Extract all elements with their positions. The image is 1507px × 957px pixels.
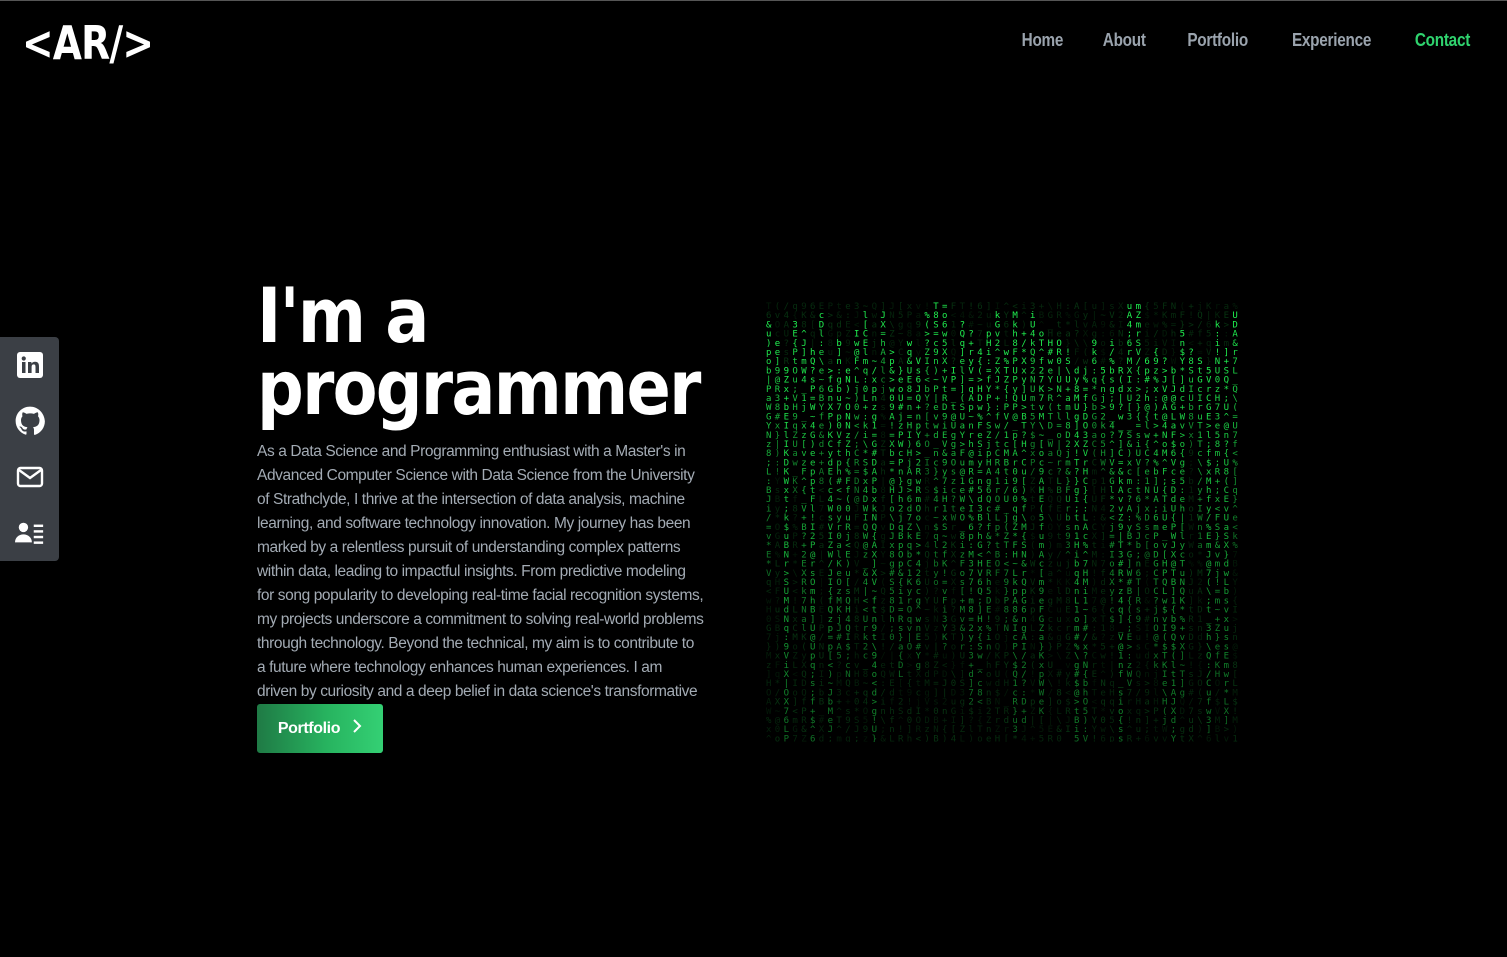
matrix-glyph: ) — [968, 734, 973, 742]
mail-icon[interactable] — [15, 462, 45, 492]
matrix-glyph: & — [880, 734, 886, 742]
matrix-glyph: ) — [924, 734, 929, 742]
matrix-glyph: [ — [1004, 734, 1009, 742]
matrix-glyph: v — [1224, 734, 1229, 742]
matrix-glyph: P — [784, 734, 790, 742]
matrix-glyph: 6 — [810, 734, 815, 742]
matrix-glyph: g — [845, 734, 850, 742]
matrix-glyph: B — [933, 734, 938, 742]
matrix-glyph: } — [872, 734, 877, 742]
matrix-glyph: d — [819, 734, 824, 742]
matrix-glyph: o — [775, 734, 780, 742]
matrix-glyph: V — [1083, 734, 1089, 742]
matrix-glyph: o — [977, 734, 982, 742]
matrix-glyph: R — [1048, 734, 1054, 742]
matrix-glyph: _ — [1065, 734, 1071, 742]
nav-contact[interactable]: Contact — [1415, 30, 1470, 51]
matrix-glyph: 5 — [1039, 734, 1044, 742]
matrix-glyph: ; — [828, 734, 833, 742]
matrix-glyph: + — [1136, 734, 1142, 742]
nav-experience[interactable]: Experience — [1292, 30, 1371, 51]
matrix-glyph: 6 — [1206, 734, 1211, 742]
matrix-glyph: ; — [854, 734, 859, 742]
matrix-glyph: p — [1109, 734, 1114, 742]
matrix-glyph: m — [836, 734, 841, 742]
social-sidebar — [0, 337, 59, 561]
site-logo[interactable]: <AR/> — [22, 16, 154, 70]
nav-portfolio[interactable]: Portfolio — [1187, 30, 1248, 51]
matrix-glyph: v — [1153, 734, 1158, 742]
matrix-glyph: 0 — [1056, 734, 1061, 742]
matrix-glyph: 4 — [951, 734, 956, 742]
matrix-glyph: R — [898, 734, 904, 742]
hero-title-line2: programmer — [257, 343, 701, 432]
matrix-glyph: + — [1030, 734, 1036, 742]
hero-title: I'm a programmer — [257, 278, 701, 426]
matrix-glyph: z — [863, 734, 868, 742]
matrix-glyph: * — [1012, 734, 1017, 742]
portfolio-button-label: Portfolio — [277, 719, 341, 737]
main-nav: Home About Portfolio Experience Contact — [1018, 30, 1475, 51]
matrix-glyph: e — [986, 734, 991, 742]
matrix-glyph: L — [960, 734, 965, 742]
matrix-glyph: 5 — [1074, 734, 1079, 742]
hero-description: As a Data Science and Programming enthus… — [257, 443, 704, 724]
matrix-glyph: h — [907, 734, 912, 742]
matrix-glyph: Y — [1171, 734, 1177, 742]
github-icon[interactable] — [15, 406, 45, 436]
resume-icon[interactable] — [14, 518, 45, 548]
portfolio-button[interactable]: Portfolio — [257, 704, 383, 753]
matrix-glyph: ! — [1092, 734, 1097, 742]
top-border — [0, 0, 1507, 1]
matrix-glyph: ) — [942, 734, 947, 742]
matrix-glyph: < — [916, 734, 922, 742]
nav-about[interactable]: About — [1103, 30, 1146, 51]
matrix-glyph: v — [1162, 734, 1167, 742]
matrix-glyph: H — [995, 734, 1000, 742]
linkedin-icon[interactable] — [15, 350, 45, 380]
matrix-glyph: ^ — [1197, 734, 1203, 742]
matrix-glyph: 6 — [1100, 734, 1105, 742]
matrix-glyph: s — [1118, 734, 1123, 742]
matrix-rain-animation: T 6 & u) p o b | Pa W G Y Nz 8; L: B Ji / = v * E * Vq < w H 0 G 7} Mz… — [765, 300, 1243, 742]
matrix-glyph: ^ — [766, 734, 772, 742]
matrix-glyph: 1 — [1232, 734, 1237, 742]
matrix-glyph: 4 — [1021, 734, 1026, 742]
matrix-glyph: R — [1127, 734, 1133, 742]
nav-home[interactable]: Home — [1022, 30, 1064, 51]
matrix-glyph: L — [889, 734, 894, 742]
matrix-glyph: 7 — [792, 734, 797, 742]
matrix-glyph: t — [1180, 734, 1185, 742]
matrix-glyph: l — [1215, 734, 1220, 742]
matrix-glyph: X — [1188, 734, 1194, 742]
matrix-glyph: Z — [801, 734, 807, 742]
chevron-right-icon — [352, 719, 362, 738]
matrix-glyph: 6 — [1144, 734, 1149, 742]
